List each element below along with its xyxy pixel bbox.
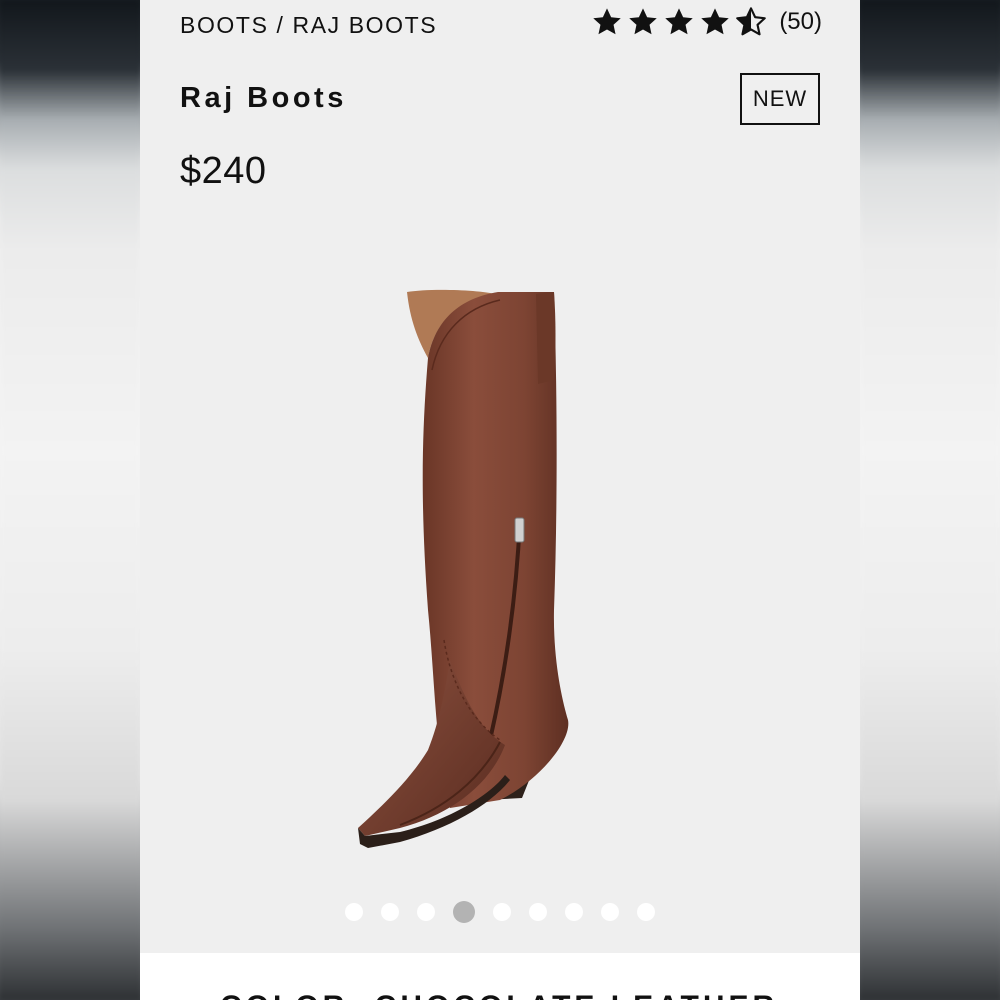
blurred-background-right (860, 0, 1000, 1000)
blurred-background-left (0, 0, 140, 1000)
carousel-dot[interactable] (601, 903, 619, 921)
star-icon (699, 6, 731, 38)
product-gallery-area: BOOTS / RAJ BOOTS (50) Raj Boots NEW $24… (140, 0, 860, 953)
color-selection-label: COLOR: CHOCOLATE LEATHER (220, 990, 778, 1000)
product-rating[interactable]: (50) (591, 6, 822, 38)
product-title: Raj Boots (180, 82, 347, 114)
star-icon (591, 6, 623, 38)
product-image-boot[interactable] (340, 280, 640, 860)
star-icon (663, 6, 695, 38)
carousel-dot[interactable] (345, 903, 363, 921)
product-page: BOOTS / RAJ BOOTS (50) Raj Boots NEW $24… (140, 0, 860, 1000)
carousel-dot[interactable] (637, 903, 655, 921)
carousel-dot[interactable] (529, 903, 547, 921)
carousel-dot[interactable] (493, 903, 511, 921)
carousel-dot[interactable] (381, 903, 399, 921)
product-price: $240 (180, 150, 267, 192)
breadcrumb[interactable]: BOOTS / RAJ BOOTS (180, 12, 437, 39)
carousel-dot[interactable] (565, 903, 583, 921)
carousel-dot[interactable] (417, 903, 435, 921)
carousel-pagination (140, 901, 860, 923)
star-icon (627, 6, 659, 38)
new-badge: NEW (740, 73, 820, 125)
carousel-dot-active[interactable] (453, 901, 475, 923)
star-half-icon (735, 6, 767, 38)
review-count: (50) (779, 8, 822, 35)
